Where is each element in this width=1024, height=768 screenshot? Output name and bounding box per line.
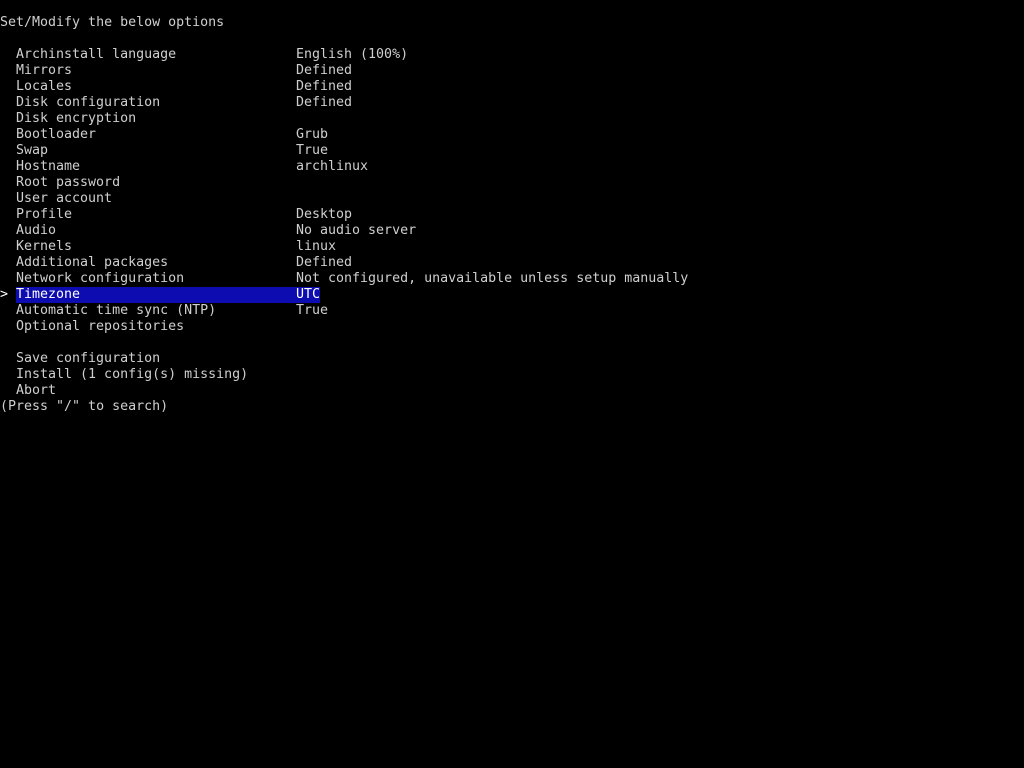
menu-item-label: Profile [16, 207, 73, 222]
menu-item-bootloader[interactable]: Bootloader Grub [0, 127, 1024, 143]
menu-item-value: Defined [296, 79, 353, 94]
menu-item-label: Bootloader [16, 127, 97, 142]
menu-item-value: UTC [296, 287, 321, 302]
menu-item-disk-encryption[interactable]: Disk encryption [0, 111, 1024, 127]
menu-item-hostname[interactable]: Hostname archlinux [0, 159, 1024, 175]
menu-item-label: Timezone [16, 287, 81, 302]
menu-item-automatic-time-sync-ntp[interactable]: Automatic time sync (NTP) True [0, 303, 1024, 319]
menu-item-label: Root password [16, 175, 121, 190]
search-hint: (Press "/" to search) [0, 399, 169, 414]
menu-item-value: archlinux [296, 159, 369, 174]
menu-item-value: No audio server [296, 223, 417, 238]
menu-item-value: Grub [296, 127, 329, 142]
cursor-indicator: > [0, 287, 9, 302]
menu-item-optional-repositories[interactable]: Optional repositories [0, 319, 1024, 335]
menu-item-value: Desktop [296, 207, 353, 222]
menu-item-swap[interactable]: Swap True [0, 143, 1024, 159]
menu-item-label: User account [16, 191, 113, 206]
menu-item-label: Optional repositories [16, 319, 185, 334]
menu-item-label: Audio [16, 223, 57, 238]
action-abort[interactable]: Abort [0, 383, 1024, 399]
menu-item-label: Mirrors [16, 63, 73, 78]
menu-item-label: Disk encryption [16, 111, 137, 126]
menu-item-label: Archinstall language [16, 47, 177, 62]
menu-item-label: Disk configuration [16, 95, 161, 110]
menu-item-label: Automatic time sync (NTP) [16, 303, 217, 318]
menu-item-label: Network configuration [16, 271, 185, 286]
menu-item-kernels[interactable]: Kernels linux [0, 239, 1024, 255]
action-install-1-config-s-missing[interactable]: Install (1 config(s) missing) [0, 367, 1024, 383]
menu-item-value: Defined [296, 95, 353, 110]
menu-item-label: Locales [16, 79, 73, 94]
menu-item-value: True [296, 303, 329, 318]
menu-item-disk-configuration[interactable]: Disk configuration Defined [0, 95, 1024, 111]
menu-item-value: linux [296, 239, 337, 254]
menu-item-value: English (100%) [296, 47, 409, 62]
menu-item-root-password[interactable]: Root password [0, 175, 1024, 191]
menu-item-label: Additional packages [16, 255, 169, 270]
menu-item-mirrors[interactable]: Mirrors Defined [0, 63, 1024, 79]
menu-item-profile[interactable]: Profile Desktop [0, 207, 1024, 223]
menu-item-locales[interactable]: Locales Defined [0, 79, 1024, 95]
menu-item-value: Defined [296, 255, 353, 270]
menu-item-timezone[interactable]: > Timezone UTC [0, 287, 1024, 303]
menu-item-network-configuration[interactable]: Network configuration Not configured, una… [0, 271, 1024, 287]
page-title: Set/Modify the below options [0, 15, 225, 30]
action-label: Save configuration [16, 351, 161, 366]
menu-item-user-account[interactable]: User account [0, 191, 1024, 207]
menu-item-additional-packages[interactable]: Additional packages Defined [0, 255, 1024, 271]
action-label: Abort [16, 383, 57, 398]
menu-item-archinstall-language[interactable]: Archinstall language English (100%) [0, 47, 1024, 63]
menu-item-label: Swap [16, 143, 49, 158]
action-label: Install (1 config(s) missing) [16, 367, 249, 382]
terminal-screen: Set/Modify the below options Archinstall… [0, 0, 1024, 768]
menu-item-value: True [296, 143, 329, 158]
menu-item-value: Defined [296, 63, 353, 78]
menu-item-audio[interactable]: Audio No audio server [0, 223, 1024, 239]
action-save-configuration[interactable]: Save configuration [0, 351, 1024, 367]
menu-item-label: Hostname [16, 159, 81, 174]
menu-item-label: Kernels [16, 239, 73, 254]
menu-item-value: Not configured, unavailable unless setup… [296, 271, 689, 286]
